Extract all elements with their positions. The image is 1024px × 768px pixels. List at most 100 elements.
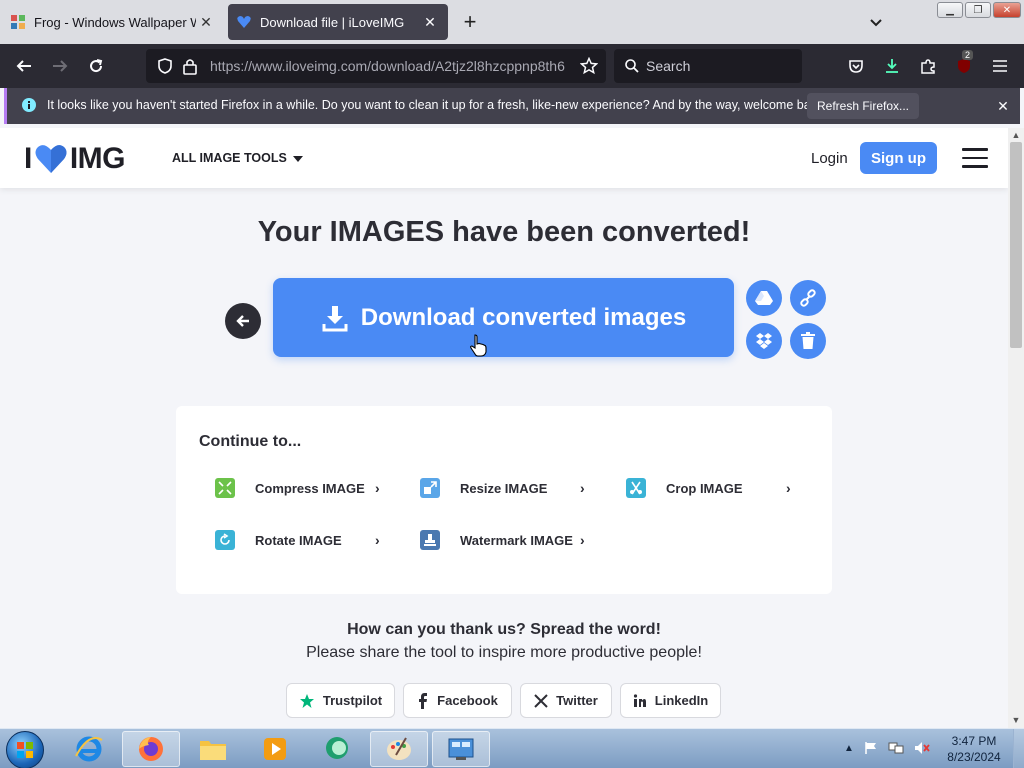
heart-logo-icon — [35, 145, 67, 173]
search-bar[interactable]: Search — [614, 49, 802, 83]
close-tab-icon[interactable]: ✕ — [420, 12, 440, 32]
login-link[interactable]: Login — [811, 150, 848, 167]
file-explorer-taskbar-icon[interactable] — [184, 731, 242, 767]
action-center-flag-icon[interactable] — [864, 741, 878, 755]
chevron-right-icon: › — [375, 532, 380, 548]
window-minimize-button[interactable]: ▁ — [937, 2, 963, 18]
new-tab-plus-icon[interactable]: + — [458, 9, 482, 34]
chevron-right-icon: › — [580, 532, 585, 548]
wiki-favicon-icon — [11, 15, 25, 29]
forward-arrow-icon[interactable] — [46, 52, 74, 80]
list-all-tabs-chevron-icon[interactable] — [866, 12, 886, 32]
firefox-refresh-notification: It looks like you haven't started Firefo… — [4, 88, 1020, 124]
mouse-pointer-hand-icon — [470, 334, 487, 357]
window-close-button[interactable]: ✕ — [993, 2, 1021, 18]
rotate-icon — [215, 530, 235, 550]
tracking-shield-icon[interactable] — [156, 57, 174, 75]
extension-badge: 2 — [962, 50, 974, 60]
lock-icon[interactable] — [182, 57, 198, 75]
extensions-puzzle-icon[interactable] — [914, 52, 942, 80]
compress-image-link[interactable]: Compress IMAGE › — [215, 476, 380, 500]
search-icon — [625, 59, 639, 73]
tab-frog-wallpaper[interactable]: Frog - Windows Wallpaper Wiki ✕ — [2, 4, 224, 40]
dropbox-button[interactable] — [746, 323, 782, 359]
copy-link-button[interactable] — [790, 280, 826, 316]
internet-explorer-taskbar-icon[interactable] — [60, 731, 118, 767]
tab-iloveimg[interactable]: Download file | iLoveIMG ✕ — [228, 4, 448, 40]
tool-label: Watermark IMAGE — [460, 532, 573, 548]
crop-image-link[interactable]: Crop IMAGE › — [626, 476, 791, 500]
app-menu-hamburger-icon[interactable] — [986, 52, 1014, 80]
close-tab-icon[interactable]: ✕ — [196, 12, 216, 32]
downloads-icon[interactable] — [878, 52, 906, 80]
url-text: https://www.iloveimg.com/download/A2tjz2… — [210, 58, 570, 74]
system-tray: ▲ — [844, 741, 930, 755]
taskbar-clock[interactable]: 3:47 PM 8/23/2024 — [940, 733, 1008, 765]
chevron-right-icon: › — [786, 480, 791, 496]
navigation-toolbar: https://www.iloveimg.com/download/A2tjz2… — [0, 44, 1024, 88]
scroll-up-arrow-icon[interactable]: ▲ — [1008, 128, 1024, 142]
address-bar[interactable]: https://www.iloveimg.com/download/A2tjz2… — [146, 49, 606, 83]
download-converted-images-button[interactable]: Download converted images — [273, 278, 734, 357]
download-button-label: Download converted images — [360, 303, 687, 331]
facebook-label: Facebook — [437, 693, 498, 708]
facebook-icon — [419, 692, 428, 709]
window-maximize-button[interactable]: ❐ — [965, 2, 991, 18]
site-menu-hamburger-icon[interactable] — [962, 148, 988, 168]
back-arrow-icon[interactable] — [10, 52, 38, 80]
linkedin-icon — [633, 693, 646, 707]
tab-strip: Frog - Windows Wallpaper Wiki ✕ Download… — [0, 0, 1024, 44]
volume-muted-icon[interactable] — [914, 741, 930, 755]
signup-button[interactable]: Sign up — [860, 142, 937, 174]
control-panel-taskbar-icon[interactable] — [432, 731, 490, 767]
show-hidden-icons-icon[interactable]: ▲ — [844, 743, 854, 754]
download-icon — [322, 305, 348, 331]
media-player-taskbar-icon[interactable] — [246, 731, 304, 767]
close-notification-icon[interactable]: ✕ — [993, 96, 1013, 116]
page-title: Your IMAGES have been converted! — [257, 216, 751, 248]
firefox-taskbar-icon[interactable] — [122, 731, 180, 767]
paint-taskbar-icon[interactable] — [370, 731, 428, 767]
trustpilot-button[interactable]: Trustpilot — [286, 683, 395, 718]
all-image-tools-menu[interactable]: ALL IMAGE TOOLS — [172, 151, 303, 165]
scroll-down-arrow-icon[interactable]: ▼ — [1008, 713, 1024, 727]
left-arrow-icon — [236, 315, 249, 327]
watermark-icon — [420, 530, 440, 550]
resize-image-link[interactable]: Resize IMAGE › — [420, 476, 585, 500]
delete-button[interactable] — [790, 323, 826, 359]
clock-time: 3:47 PM — [951, 734, 997, 748]
iloveimg-favicon-icon — [237, 16, 251, 28]
back-button[interactable] — [225, 303, 261, 339]
iloveimg-logo[interactable]: I IMG — [24, 142, 126, 176]
logo-text-i: I — [24, 142, 32, 175]
google-drive-button[interactable] — [746, 280, 782, 316]
continue-title: Continue to... — [199, 433, 302, 450]
scrollbar-thumb[interactable] — [1010, 142, 1022, 348]
facebook-button[interactable]: Facebook — [403, 683, 512, 718]
linkedin-button[interactable]: LinkedIn — [620, 683, 721, 718]
clock-date: 8/23/2024 — [947, 750, 1001, 764]
info-icon — [22, 98, 36, 112]
crop-icon — [626, 478, 646, 498]
linkedin-label: LinkedIn — [654, 693, 709, 708]
notification-text: It looks like you haven't started Firefo… — [47, 98, 827, 112]
pocket-icon[interactable] — [842, 52, 870, 80]
windows-taskbar: ▲ 3:47 PM 8/23/2024 — [0, 728, 1024, 768]
bookmark-star-icon[interactable] — [580, 57, 598, 75]
dropbox-icon — [756, 333, 772, 349]
trustpilot-star-icon — [299, 693, 314, 708]
continue-to-panel: Continue to... Compress IMAGE › Resize I… — [176, 406, 832, 594]
rotate-image-link[interactable]: Rotate IMAGE › — [215, 528, 380, 552]
start-button[interactable] — [6, 731, 44, 768]
refresh-firefox-button[interactable]: Refresh Firefox... — [807, 93, 919, 119]
chat-app-taskbar-icon[interactable] — [308, 731, 366, 767]
reload-icon[interactable] — [82, 52, 110, 80]
show-desktop-button[interactable] — [1013, 729, 1024, 768]
site-header: I IMG ALL IMAGE TOOLS Login Sign up — [0, 128, 1008, 188]
url-path: /download/A2tjz2l8hzcppnp8th6 — [367, 58, 565, 74]
watermark-image-link[interactable]: Watermark IMAGE › — [420, 528, 585, 552]
network-icon[interactable] — [888, 741, 904, 755]
twitter-button[interactable]: Twitter — [520, 683, 612, 718]
trustpilot-label: Trustpilot — [322, 693, 383, 708]
x-twitter-icon — [534, 693, 548, 708]
